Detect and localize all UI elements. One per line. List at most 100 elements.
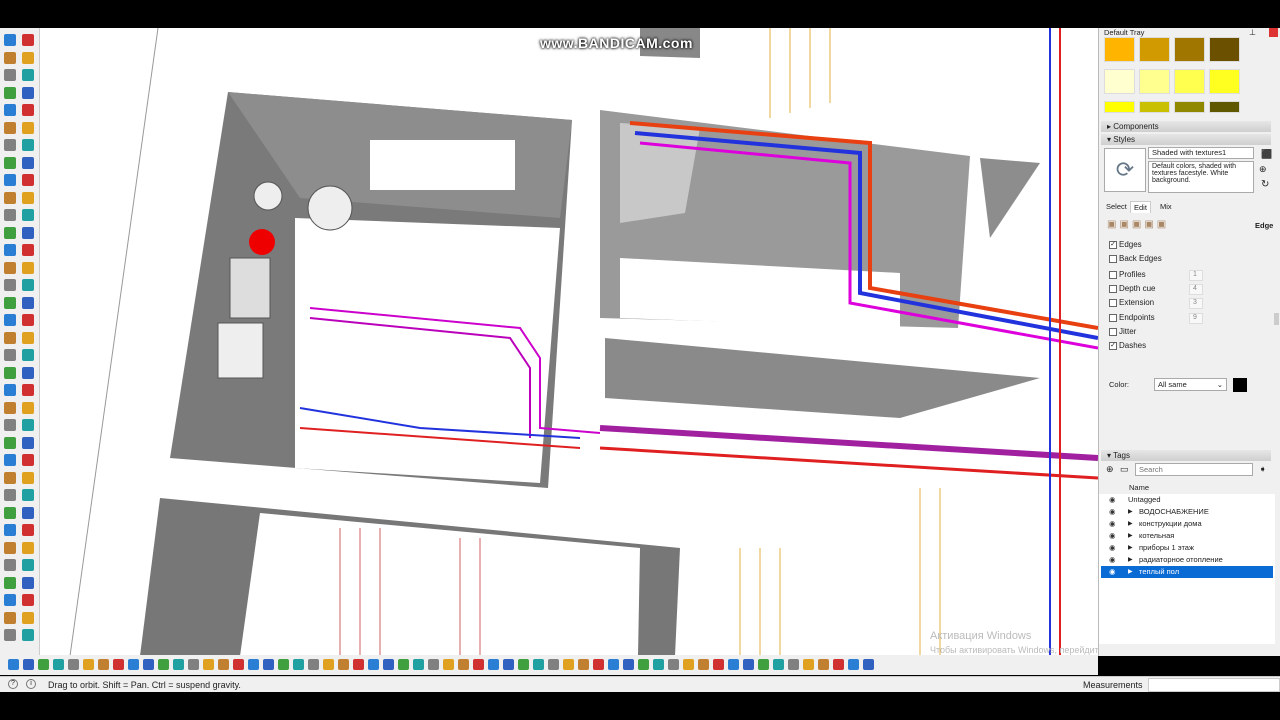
tool-button[interactable] [398, 659, 409, 670]
tool-button[interactable] [593, 659, 604, 670]
tool-button[interactable] [22, 226, 34, 239]
color-swatch[interactable] [1104, 69, 1135, 94]
tool-button[interactable] [22, 156, 34, 169]
tool-button[interactable] [4, 104, 16, 116]
tool-button[interactable] [548, 659, 559, 670]
tool-button[interactable] [4, 69, 16, 81]
color-swatch[interactable] [1104, 37, 1135, 62]
tool-button[interactable] [98, 659, 109, 670]
tag-row[interactable]: ◉ ▶ ВОДОСНАБЖЕНИЕ [1101, 506, 1273, 518]
tool-button[interactable] [4, 174, 16, 186]
checkbox[interactable] [1109, 313, 1117, 322]
3d-viewport[interactable] [40, 28, 1098, 656]
tool-button[interactable] [38, 659, 49, 670]
tool-button[interactable] [278, 659, 289, 670]
color-swatch[interactable] [1139, 37, 1170, 62]
tool-button[interactable] [22, 366, 34, 379]
tool-button[interactable] [22, 69, 34, 81]
checkbox[interactable] [1109, 270, 1117, 279]
edge-option-endpoints[interactable]: Endpoints [1109, 313, 1155, 322]
tab-mix[interactable]: Mix [1157, 201, 1175, 212]
tool-button[interactable] [4, 454, 16, 466]
tool-button[interactable] [4, 576, 16, 589]
tool-button[interactable] [4, 349, 16, 361]
details-icon[interactable]: ➧ [1259, 464, 1267, 475]
create-style-icon[interactable]: ⊕ [1259, 164, 1267, 175]
edge-option-edges[interactable]: ✓ Edges [1109, 240, 1142, 249]
tool-button[interactable] [22, 261, 34, 274]
tool-button[interactable] [22, 34, 34, 46]
pin-icon[interactable]: ⊥ [1249, 28, 1258, 37]
tool-button[interactable] [383, 659, 394, 670]
tool-button[interactable] [4, 384, 16, 396]
eye-icon[interactable]: ◉ [1109, 542, 1116, 554]
tool-button[interactable] [53, 659, 64, 670]
tool-button[interactable] [353, 659, 364, 670]
expand-icon[interactable]: ▶ [1128, 530, 1133, 542]
tool-button[interactable] [323, 659, 334, 670]
tags-header[interactable]: ▾ Tags [1101, 450, 1271, 461]
info-icon[interactable]: i [26, 679, 36, 689]
checkbox[interactable] [1109, 298, 1117, 307]
tool-button[interactable] [698, 659, 709, 670]
color-swatch[interactable] [1209, 37, 1240, 62]
tool-button[interactable] [22, 174, 34, 186]
color-swatch[interactable] [1139, 69, 1170, 94]
edge-option-profiles[interactable]: Profiles [1109, 270, 1146, 279]
tool-button[interactable] [4, 611, 16, 624]
tool-button[interactable] [4, 156, 16, 169]
components-header[interactable]: ▸ Components [1101, 121, 1271, 132]
tool-button[interactable] [773, 659, 784, 670]
tool-button[interactable] [128, 659, 139, 670]
color-swatch[interactable] [1139, 101, 1170, 113]
tool-button[interactable] [293, 659, 304, 670]
tool-button[interactable] [833, 659, 844, 670]
tool-button[interactable] [23, 659, 34, 670]
tool-button[interactable] [22, 314, 34, 326]
tool-button[interactable] [22, 454, 34, 466]
tool-button[interactable] [4, 559, 16, 571]
tab-edit[interactable]: Edit [1130, 201, 1151, 213]
tool-button[interactable] [22, 541, 34, 554]
tool-button[interactable] [683, 659, 694, 670]
expand-icon[interactable]: ▶ [1128, 518, 1133, 530]
tool-button[interactable] [743, 659, 754, 670]
color-swatch[interactable] [1174, 101, 1205, 113]
update-style-icon[interactable]: ⬛ [1261, 149, 1272, 160]
option-value-input[interactable]: 1 [1189, 270, 1203, 281]
add-tag-icon[interactable]: ⊕ [1106, 464, 1114, 475]
tool-button[interactable] [173, 659, 184, 670]
tool-button[interactable] [563, 659, 574, 670]
tool-button[interactable] [188, 659, 199, 670]
tool-button[interactable] [22, 296, 34, 309]
tool-button[interactable] [4, 191, 16, 204]
tool-button[interactable] [4, 121, 16, 134]
tag-row[interactable]: ◉ ▶ радиаторное отопление [1101, 554, 1273, 566]
tool-button[interactable] [22, 401, 34, 414]
edge-option-back-edges[interactable]: Back Edges [1109, 254, 1162, 263]
color-swatch[interactable] [1104, 101, 1135, 113]
checkbox[interactable]: ✓ [1109, 240, 1117, 249]
color-swatch[interactable] [1174, 69, 1205, 94]
checkbox[interactable] [1109, 327, 1117, 336]
eye-icon[interactable]: ◉ [1109, 554, 1116, 566]
tag-row[interactable]: ◉ ▶ конструкции дома [1101, 518, 1273, 530]
tool-button[interactable] [113, 659, 124, 670]
tool-button[interactable] [22, 121, 34, 134]
tool-button[interactable] [338, 659, 349, 670]
color-swatch[interactable] [1174, 37, 1205, 62]
tool-button[interactable] [4, 506, 16, 519]
tool-button[interactable] [4, 279, 16, 291]
measurements-input[interactable] [1148, 678, 1280, 692]
tool-button[interactable] [623, 659, 634, 670]
tool-button[interactable] [458, 659, 469, 670]
edge-color-select[interactable]: All same ⌄ [1154, 378, 1227, 391]
tool-button[interactable] [233, 659, 244, 670]
tool-button[interactable] [503, 659, 514, 670]
eye-icon[interactable]: ◉ [1109, 530, 1116, 542]
tool-button[interactable] [728, 659, 739, 670]
tool-button[interactable] [533, 659, 544, 670]
tab-select[interactable]: Select [1103, 201, 1130, 212]
tool-button[interactable] [22, 139, 34, 151]
tool-button[interactable] [368, 659, 379, 670]
